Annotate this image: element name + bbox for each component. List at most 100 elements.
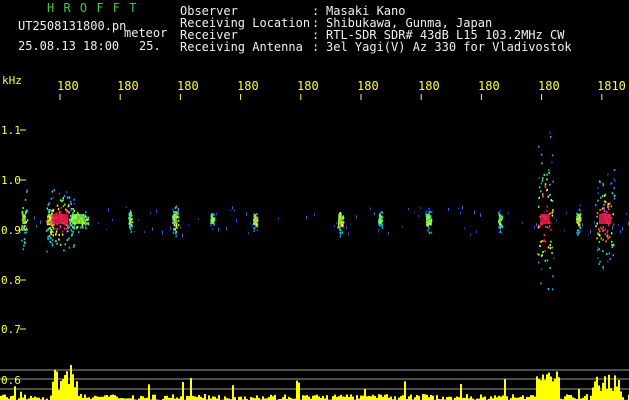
echo-pixel bbox=[340, 233, 342, 236]
activity-bar bbox=[192, 395, 194, 400]
echo-pixel bbox=[598, 230, 601, 233]
noise-speck bbox=[248, 231, 249, 235]
echo-pixel bbox=[46, 220, 48, 223]
activity-bar bbox=[112, 394, 114, 400]
noise-speck bbox=[112, 218, 113, 222]
noise-speck bbox=[198, 218, 199, 221]
echo-pixel bbox=[599, 209, 601, 212]
antenna-value: 3el Yagi(V) Az 330 for Vladivostok bbox=[326, 40, 572, 54]
echo-pixel bbox=[546, 178, 548, 181]
activity-bar bbox=[186, 395, 188, 400]
activity-bar bbox=[554, 378, 556, 400]
activity-bar bbox=[342, 396, 344, 400]
activity-bar bbox=[612, 390, 614, 400]
echo-pixel bbox=[596, 215, 598, 218]
noise-speck bbox=[170, 226, 171, 231]
echo-pixel bbox=[65, 211, 68, 214]
echo-pixel bbox=[602, 238, 604, 241]
echo-pixel bbox=[50, 237, 52, 240]
activity-bar bbox=[424, 394, 426, 400]
activity-bar bbox=[366, 396, 368, 400]
noise-speck bbox=[588, 233, 589, 235]
echo-pixel bbox=[549, 247, 552, 250]
echo-pixel bbox=[430, 231, 433, 234]
noise-speck bbox=[314, 212, 315, 217]
echo-pixel bbox=[341, 231, 344, 234]
echo-pixel bbox=[550, 212, 552, 215]
y-tick-label: 1.1 bbox=[1, 124, 21, 137]
activity-bar bbox=[114, 395, 116, 400]
activity-bar bbox=[14, 386, 16, 400]
echo-pixel bbox=[50, 228, 52, 231]
echo-pixel bbox=[46, 229, 48, 232]
activity-bar bbox=[304, 395, 306, 400]
activity-bar bbox=[152, 394, 154, 400]
echo-pixel bbox=[540, 190, 542, 193]
activity-bar bbox=[182, 381, 184, 400]
activity-bar bbox=[360, 395, 362, 400]
noise-speck bbox=[250, 222, 251, 225]
spectrogram bbox=[0, 94, 629, 400]
noise-speck bbox=[106, 228, 107, 231]
echo-pixel bbox=[538, 145, 540, 148]
echo-core bbox=[599, 214, 611, 224]
noise-speck bbox=[544, 211, 545, 214]
noise-speck bbox=[162, 230, 163, 235]
x-tick-label: 180 bbox=[478, 79, 500, 93]
activity-bar bbox=[430, 394, 432, 400]
activity-bar bbox=[548, 372, 550, 400]
noise-speck bbox=[98, 222, 99, 225]
echo-pixel bbox=[605, 210, 608, 213]
echo-pixel bbox=[61, 230, 64, 233]
activity-bar bbox=[410, 394, 412, 400]
echo-pixel bbox=[66, 196, 69, 199]
activity-bar bbox=[598, 385, 600, 400]
echo-pixel bbox=[606, 253, 608, 256]
activity-bar bbox=[550, 376, 552, 400]
noise-speck bbox=[252, 224, 253, 227]
echo-pixel bbox=[52, 196, 55, 199]
noise-speck bbox=[622, 226, 623, 231]
echo-core bbox=[210, 214, 214, 224]
echo-pixel bbox=[607, 237, 609, 240]
activity-bar bbox=[188, 396, 190, 400]
activity-bar bbox=[58, 389, 60, 400]
echo-pixel bbox=[539, 225, 541, 228]
echo-pixel bbox=[602, 250, 604, 253]
x-tick-label: 180 bbox=[297, 79, 319, 93]
echo-pixel bbox=[67, 205, 70, 208]
echo-pixel bbox=[175, 205, 178, 208]
x-tick-label: 1810 bbox=[597, 79, 626, 93]
x-tick-label: 180 bbox=[357, 79, 379, 93]
echo-pixel bbox=[552, 209, 554, 212]
echo-pixel bbox=[339, 228, 342, 231]
echo-pixel bbox=[73, 202, 76, 205]
echo-pixel bbox=[61, 233, 64, 236]
echo-pixel bbox=[50, 231, 52, 234]
noise-speck bbox=[388, 231, 389, 235]
activity-bar bbox=[542, 374, 544, 400]
activity-bar bbox=[10, 396, 12, 400]
echo-pixel bbox=[599, 234, 601, 237]
activity-bar bbox=[416, 394, 418, 400]
activity-bar bbox=[20, 391, 22, 400]
y-tick-label: 0.7 bbox=[1, 323, 21, 336]
echo-pixel bbox=[65, 191, 68, 194]
echo-pixel bbox=[595, 204, 597, 207]
activity-bar bbox=[172, 394, 174, 400]
echo-pixel bbox=[26, 209, 28, 212]
echo-pixel bbox=[256, 216, 259, 219]
activity-bar bbox=[96, 396, 98, 400]
activity-bar bbox=[610, 388, 612, 400]
echo-pixel bbox=[381, 227, 384, 230]
activity-bar bbox=[132, 395, 134, 400]
echo-core bbox=[378, 214, 382, 224]
echo-pixel bbox=[77, 226, 79, 229]
echo-pixel bbox=[577, 229, 580, 232]
echo-pixel bbox=[256, 213, 258, 216]
echo-pixel bbox=[55, 228, 57, 231]
noise-speck bbox=[246, 212, 247, 216]
echo-pixel bbox=[547, 246, 550, 249]
echo-pixel bbox=[26, 231, 28, 234]
echo-core bbox=[338, 214, 342, 224]
